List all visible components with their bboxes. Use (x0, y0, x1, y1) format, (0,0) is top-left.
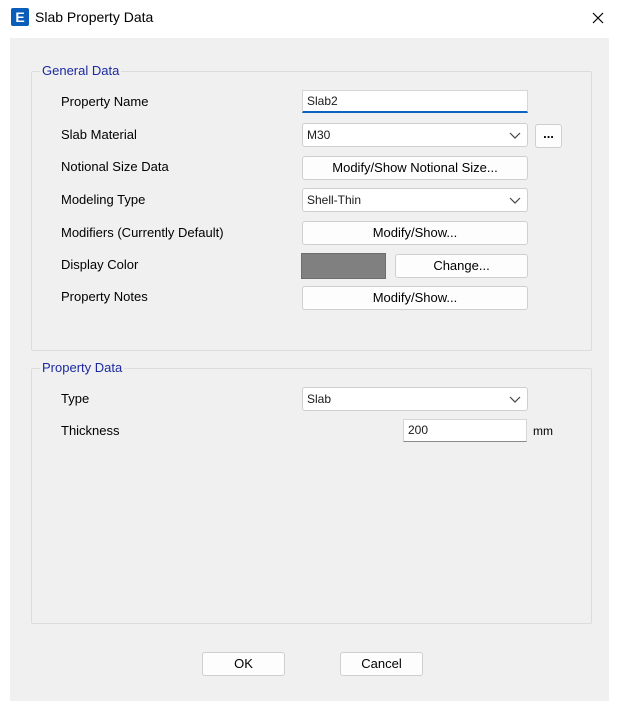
app-icon: E (11, 8, 29, 26)
property-name-label: Property Name (61, 94, 149, 109)
property-name-input[interactable]: Slab2 (302, 90, 528, 113)
property-notes-label: Property Notes (61, 289, 148, 304)
slab-material-select[interactable]: M30 (302, 123, 528, 147)
change-color-button[interactable]: Change... (395, 254, 528, 278)
general-data-legend: General Data (40, 63, 122, 78)
display-color-swatch (301, 253, 386, 279)
property-data-legend: Property Data (40, 360, 125, 375)
slab-material-value: M30 (307, 128, 331, 142)
thickness-unit: mm (533, 424, 553, 438)
title-bar: E Slab Property Data (0, 0, 621, 36)
display-color-label: Display Color (61, 257, 139, 272)
modeling-type-value: Shell-Thin (307, 193, 362, 207)
cancel-button[interactable]: Cancel (340, 652, 423, 676)
slab-material-browse-button[interactable]: ... (535, 124, 562, 148)
type-value: Slab (307, 392, 332, 406)
property-notes-button[interactable]: Modify/Show... (302, 286, 528, 310)
type-label: Type (61, 391, 90, 406)
slab-material-label: Slab Material (61, 127, 137, 142)
chevron-down-icon (509, 132, 521, 139)
modeling-type-label: Modeling Type (61, 192, 146, 207)
notional-size-button[interactable]: Modify/Show Notional Size... (302, 156, 528, 180)
ok-button[interactable]: OK (202, 652, 285, 676)
modifiers-label: Modifiers (Currently Default) (61, 225, 224, 240)
type-select[interactable]: Slab (302, 387, 528, 411)
dialog-body: General Data Property Name Slab2 Slab Ma… (10, 38, 609, 701)
notional-size-label: Notional Size Data (61, 159, 169, 174)
chevron-down-icon (509, 197, 521, 204)
chevron-down-icon (509, 396, 521, 403)
window-title: Slab Property Data (35, 9, 154, 25)
thickness-input[interactable]: 200 (403, 419, 527, 442)
thickness-label: Thickness (61, 423, 120, 438)
modifiers-button[interactable]: Modify/Show... (302, 221, 528, 245)
modeling-type-select[interactable]: Shell-Thin (302, 188, 528, 212)
close-icon (592, 12, 604, 24)
close-button[interactable] (575, 0, 621, 36)
